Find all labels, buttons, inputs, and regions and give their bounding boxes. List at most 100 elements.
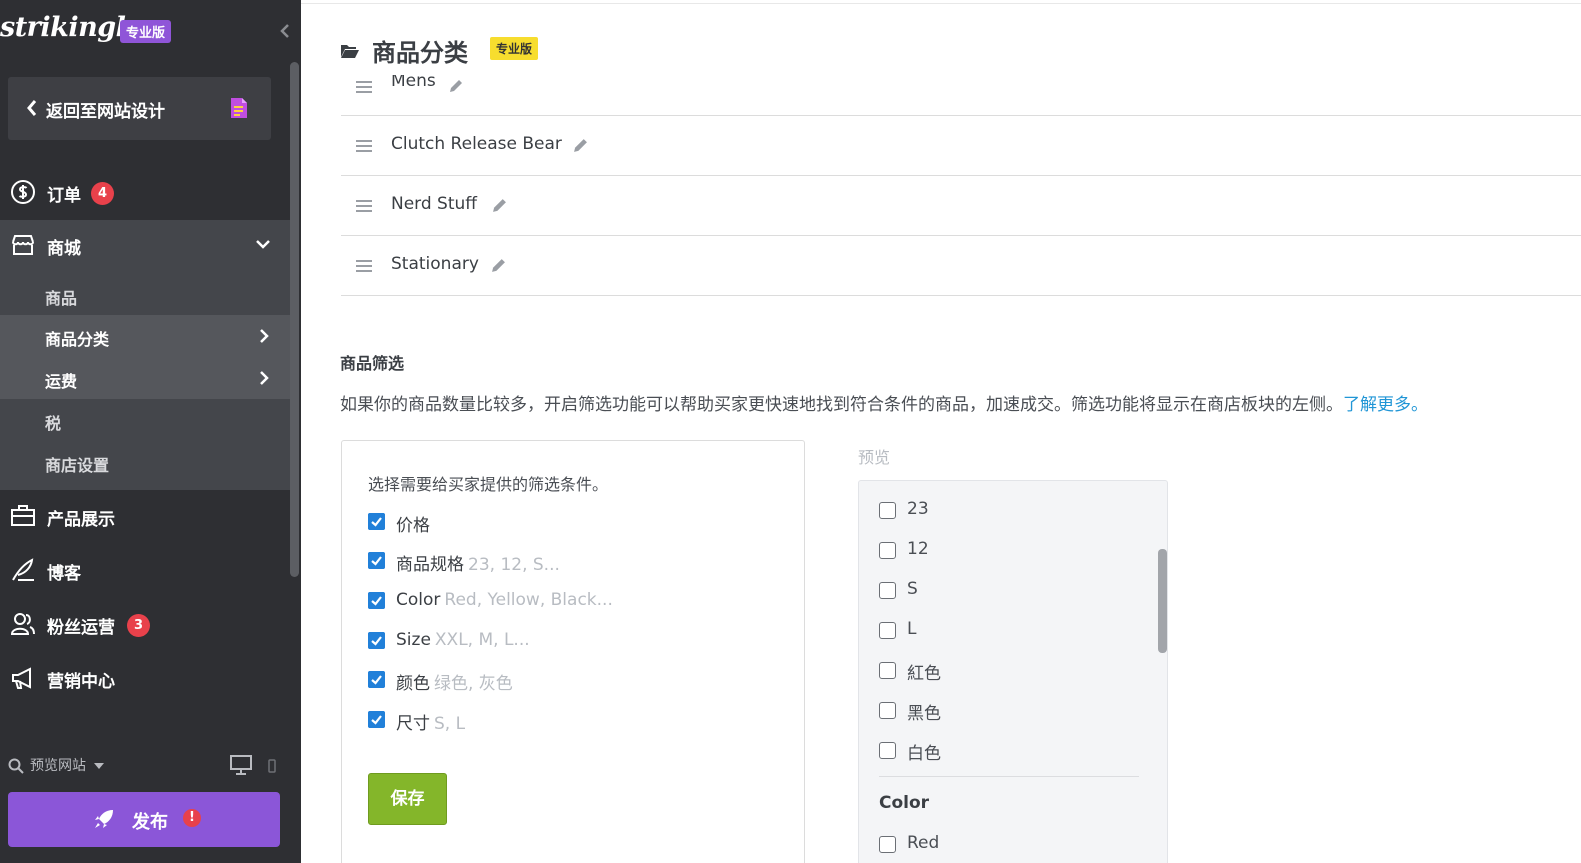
filter-description: 如果你的商品数量比较多，开启筛选功能可以帮助买家更快速地找到符合条件的商品，加速…	[340, 390, 1428, 415]
checkbox-unchecked-icon[interactable]	[879, 662, 896, 679]
option-name: Size	[396, 630, 431, 650]
sidebar-item-label: 订单	[47, 186, 81, 206]
sidebar-item-label: 粉丝运营	[47, 618, 115, 638]
chevron-down-icon	[256, 240, 270, 249]
drag-handle-icon[interactable]	[356, 260, 372, 272]
pencil-icon[interactable]	[492, 198, 507, 213]
store-icon	[12, 235, 34, 255]
option-name: 商品规格	[396, 555, 464, 575]
sidebar-item-label: 营销中心	[47, 672, 115, 692]
back-to-site-design-button[interactable]: 返回至网站设计	[8, 77, 271, 140]
pro-badge: 专业版	[120, 20, 172, 43]
drag-handle-icon[interactable]	[356, 140, 372, 152]
sidebar-item-marketing[interactable]: 营销中心	[0, 652, 292, 704]
sidebar-item-label: 产品展示	[47, 510, 115, 530]
filter-section-title: 商品筛选	[340, 354, 405, 373]
checkbox-unchecked-icon[interactable]	[879, 502, 896, 519]
sidebar-subitem-label: 运费	[45, 372, 78, 391]
checkbox-checked-icon[interactable]	[368, 711, 385, 728]
checkbox-checked-icon[interactable]	[368, 513, 385, 530]
checkbox-unchecked-icon[interactable]	[879, 702, 896, 719]
checkbox-unchecked-icon[interactable]	[879, 836, 896, 853]
sidebar-scrollbar[interactable]	[290, 62, 299, 577]
category-row[interactable]: Clutch Release Bear	[341, 116, 1581, 176]
preview-site-label: 预览网站	[30, 758, 86, 774]
chevron-right-icon	[260, 329, 269, 343]
orders-count-badge: 4	[91, 182, 114, 205]
sidebar-item-blog[interactable]: 博客	[0, 544, 292, 596]
pencil-icon[interactable]	[449, 79, 463, 93]
sidebar-item-portfolio[interactable]: 产品展示	[0, 490, 292, 542]
filter-option-label: 商品规格 23, 12, S...	[396, 550, 560, 575]
checkbox-unchecked-icon[interactable]	[879, 542, 896, 559]
sidebar-subitem-shipping[interactable]: 运费	[0, 357, 292, 399]
desktop-icon[interactable]	[230, 755, 252, 775]
caret-down-icon	[94, 763, 104, 769]
sidebar-subitem-label: 税	[45, 414, 62, 433]
checkbox-checked-icon[interactable]	[368, 592, 385, 609]
preview-divider	[879, 776, 1139, 777]
filter-hint: 选择需要给买家提供的筛选条件。	[368, 475, 609, 494]
preview-option-label: 23	[907, 499, 929, 519]
sidebar-subitem-categories[interactable]: 商品分类	[0, 315, 292, 357]
sidebar-item-orders[interactable]: 订单 4	[0, 166, 292, 218]
checkbox-unchecked-icon[interactable]	[879, 622, 896, 639]
rocket-icon	[95, 810, 113, 828]
option-values: Red, Yellow, Black...	[444, 590, 613, 610]
drag-handle-icon[interactable]	[356, 200, 372, 212]
dollar-circle-icon	[11, 180, 35, 204]
search-icon	[8, 758, 24, 774]
category-row[interactable]: Mens	[341, 75, 1581, 116]
checkbox-checked-icon[interactable]	[368, 671, 385, 688]
option-name: Color	[396, 590, 441, 610]
category-name: Stationary	[391, 254, 479, 274]
checkbox-unchecked-icon[interactable]	[879, 742, 896, 759]
chevron-left-icon[interactable]	[278, 22, 292, 40]
sidebar-subitem-products[interactable]: 商品	[0, 274, 292, 316]
megaphone-icon	[12, 667, 31, 689]
checkbox-checked-icon[interactable]	[368, 552, 385, 569]
option-values: S, L	[434, 714, 466, 734]
filter-options-panel: 选择需要给买家提供的筛选条件。 价格 商品规格 23, 12, S... Colo…	[341, 440, 805, 863]
publish-button[interactable]: 发布 !	[8, 792, 280, 847]
sidebar-item-fans[interactable]: 粉丝运营 3	[0, 598, 292, 650]
preview-option-label: 紅色	[907, 664, 941, 684]
category-row[interactable]: Nerd Stuff	[341, 176, 1581, 236]
sidebar-item-shop[interactable]: 商城	[0, 220, 292, 272]
sidebar-item-label: 博客	[47, 564, 81, 584]
sidebar: strikingly 专业版 返回至网站设计 订单 4 商城 商品 商品分类 运…	[0, 0, 301, 863]
preview-option-label: 白色	[907, 744, 941, 764]
sidebar-subitem-label: 商店设置	[45, 456, 110, 475]
back-label: 返回至网站设计	[46, 102, 165, 122]
sidebar-subitem-store-settings[interactable]: 商店设置	[0, 441, 292, 483]
sidebar-subitem-label: 商品分类	[45, 330, 110, 349]
filter-preview-box: 23 12 S L 紅色 黑色 白色 Color Red	[858, 480, 1168, 863]
mobile-icon[interactable]	[268, 759, 276, 773]
category-name: Nerd Stuff	[391, 194, 478, 214]
checkbox-checked-icon[interactable]	[368, 632, 385, 649]
filter-description-text: 如果你的商品数量比较多，开启筛选功能可以帮助买家更快速地找到符合条件的商品，加速…	[340, 395, 1343, 415]
learn-more-link[interactable]: 了解更多。	[1343, 395, 1428, 415]
option-name: 尺寸	[396, 714, 430, 734]
option-values: XXL, M, L...	[434, 630, 530, 650]
option-values: 23, 12, S...	[468, 555, 560, 575]
drag-handle-icon[interactable]	[356, 81, 372, 93]
option-values: 绿色, 灰色	[434, 674, 513, 694]
preview-option-label: S	[907, 579, 918, 599]
publish-label: 发布	[132, 812, 168, 833]
sidebar-subitem-tax[interactable]: 税	[0, 399, 292, 441]
option-name: 颜色	[396, 674, 430, 694]
pencil-icon[interactable]	[573, 138, 588, 153]
feather-pen-icon	[12, 558, 34, 581]
briefcase-icon	[11, 505, 35, 526]
category-row[interactable]: Stationary	[341, 236, 1581, 296]
preview-option-label: 12	[907, 539, 929, 559]
chevron-left-icon	[27, 100, 37, 116]
checkbox-unchecked-icon[interactable]	[879, 582, 896, 599]
category-name: Clutch Release Bear	[391, 134, 562, 154]
preview-option-label: 黑色	[907, 704, 941, 724]
save-button[interactable]: 保存	[368, 773, 447, 825]
pencil-icon[interactable]	[491, 258, 506, 273]
preview-scrollbar[interactable]	[1158, 549, 1167, 653]
chevron-right-icon	[260, 371, 269, 385]
